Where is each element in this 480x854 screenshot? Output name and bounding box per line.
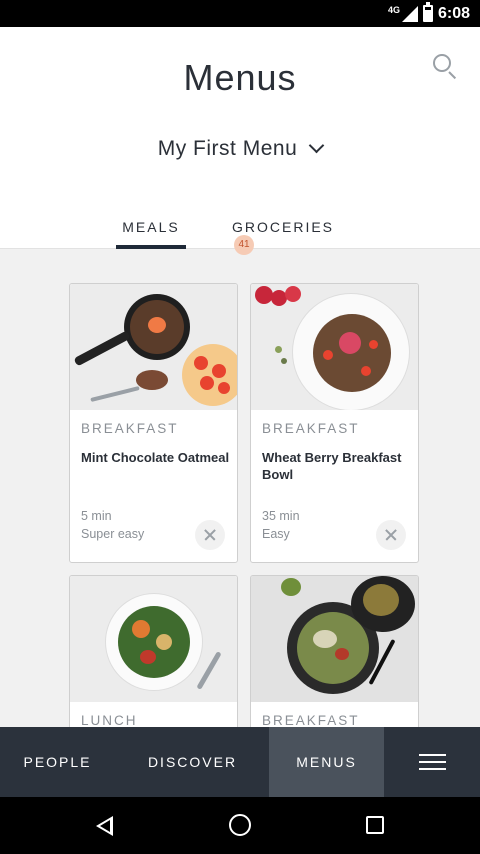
nav-menus[interactable]: MENUS: [269, 727, 384, 797]
meal-image: [251, 576, 418, 702]
tab-groceries[interactable]: GROCERIES 41: [232, 211, 360, 255]
meal-time: 35 min: [262, 509, 300, 523]
nav-people[interactable]: PEOPLE: [0, 727, 115, 797]
search-icon[interactable]: [430, 51, 460, 81]
meal-time: 5 min: [81, 509, 112, 523]
meal-card[interactable]: BREAKFAST Mint Chocolate Oatmeal 5 min S…: [69, 283, 238, 563]
home-icon[interactable]: [229, 814, 251, 836]
remove-meal-button[interactable]: [195, 520, 225, 550]
meal-card[interactable]: LUNCH: [69, 575, 238, 727]
meal-category: BREAKFAST: [81, 421, 179, 436]
battery-icon: [423, 2, 433, 22]
system-nav-bar: [0, 797, 480, 854]
header: Menus My First Menu MEALS GROCERIES 41: [0, 27, 480, 255]
tab-bar: MEALS GROCERIES 41: [0, 211, 480, 255]
meal-image: [251, 284, 418, 410]
meal-grid: BREAKFAST Mint Chocolate Oatmeal 5 min S…: [0, 249, 480, 727]
meal-difficulty: Super easy: [81, 527, 145, 541]
meal-category: LUNCH: [81, 713, 138, 727]
bottom-nav: PEOPLE DISCOVER MENUS: [0, 727, 480, 797]
meal-category: BREAKFAST: [262, 713, 360, 727]
meal-image: [70, 576, 237, 702]
menu-name: My First Menu: [157, 137, 298, 160]
menu-selector[interactable]: My First Menu: [0, 137, 480, 161]
meal-name: Wheat Berry Breakfast Bowl: [262, 450, 402, 482]
meal-name: Mint Chocolate Oatmeal: [81, 450, 230, 465]
page-title: Menus: [183, 57, 297, 98]
meal-category: BREAKFAST: [262, 421, 360, 436]
network-type: 4G: [387, 5, 400, 15]
tab-meals[interactable]: MEALS: [116, 211, 186, 249]
meal-card[interactable]: BREAKFAST Wheat Berry Breakfast Bowl 35 …: [250, 283, 419, 563]
status-bar: 4G 6:08: [0, 0, 480, 27]
meal-card[interactable]: BREAKFAST: [250, 575, 419, 727]
recent-apps-icon[interactable]: [366, 816, 384, 834]
tab-groceries-label: GROCERIES: [232, 219, 335, 235]
meal-image: [70, 284, 237, 410]
tab-meals-label: MEALS: [122, 219, 180, 235]
hamburger-menu-icon[interactable]: [385, 727, 480, 797]
status-time: 6:08: [437, 5, 470, 22]
meal-difficulty: Easy: [262, 527, 290, 541]
remove-meal-button[interactable]: [376, 520, 406, 550]
nav-discover[interactable]: DISCOVER: [120, 727, 265, 797]
signal-icon: [402, 6, 418, 22]
chevron-down-icon: [308, 137, 325, 154]
